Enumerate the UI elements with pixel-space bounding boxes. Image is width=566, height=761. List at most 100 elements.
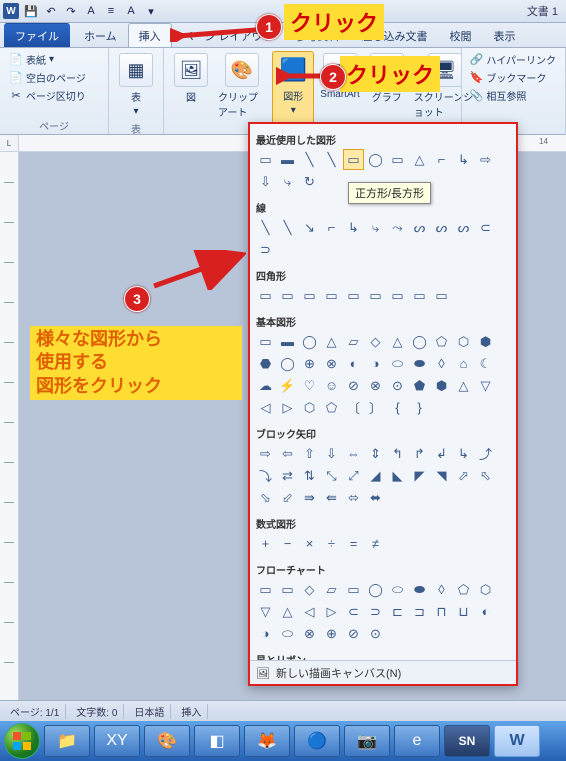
shape-item[interactable]: ▭	[431, 285, 452, 306]
shape-item[interactable]: ⬀	[453, 465, 474, 486]
shape-item[interactable]: ▭	[299, 285, 320, 306]
shape-item[interactable]: ⇨	[255, 443, 276, 464]
shape-item[interactable]: ⊃	[255, 239, 276, 260]
blank-page-button[interactable]: 📄空白のページ	[6, 69, 89, 86]
shape-item[interactable]: ↻	[299, 171, 320, 192]
shape-item[interactable]: ⬭	[387, 353, 408, 374]
shape-item[interactable]: ⊘	[343, 623, 364, 644]
shape-item[interactable]: ↘	[299, 217, 320, 238]
shape-item[interactable]: ⤴	[475, 443, 496, 464]
shape-item[interactable]: ⇚	[321, 487, 342, 508]
shape-item[interactable]: ⌐	[431, 149, 452, 170]
shape-item[interactable]: ▭	[277, 579, 298, 600]
shape-item[interactable]: 〕	[365, 397, 386, 418]
status-words[interactable]: 文字数: 0	[70, 704, 124, 719]
shape-item[interactable]: ▷	[321, 601, 342, 622]
qat-btn-b[interactable]: ≡	[102, 2, 120, 20]
hyperlink-button[interactable]: 🔗ハイパーリンク	[466, 51, 559, 68]
shape-item[interactable]: ◑	[255, 623, 276, 644]
shape-item[interactable]: ◢	[365, 465, 386, 486]
shape-item[interactable]: ⊗	[365, 375, 386, 396]
shape-item[interactable]: ⇅	[299, 465, 320, 486]
new-canvas-button[interactable]: 🖼 新しい描画キャンバス(N)	[250, 660, 516, 685]
shape-item[interactable]: ⬡	[475, 579, 496, 600]
shape-item[interactable]: +	[255, 533, 276, 554]
shape-item[interactable]: ⇧	[299, 443, 320, 464]
shape-item[interactable]: ⊃	[365, 601, 386, 622]
task-ie[interactable]: e	[394, 725, 440, 757]
shape-item[interactable]: ↲	[431, 443, 452, 464]
shape-item[interactable]: ◁	[299, 601, 320, 622]
shape-item[interactable]: ÷	[321, 533, 342, 554]
shape-item[interactable]: ⬬	[409, 353, 430, 374]
shape-item[interactable]: ◊	[431, 579, 452, 600]
shape-item[interactable]: ×	[299, 533, 320, 554]
shape-item[interactable]: ▭	[321, 285, 342, 306]
save-button[interactable]: 💾	[22, 2, 40, 20]
shape-item[interactable]: ◇	[299, 579, 320, 600]
shape-item[interactable]: ◁	[255, 397, 276, 418]
shape-item[interactable]: ▷	[277, 397, 298, 418]
shape-item[interactable]: ↳	[453, 149, 474, 170]
shape-item[interactable]: ↳	[453, 443, 474, 464]
shape-item[interactable]: ♡	[299, 375, 320, 396]
shape-item[interactable]: ⬃	[277, 487, 298, 508]
shape-item[interactable]: ◯	[365, 579, 386, 600]
shape-item[interactable]: {	[387, 397, 408, 418]
shape-item[interactable]: ⬬	[409, 579, 430, 600]
shape-item[interactable]: ↰	[387, 443, 408, 464]
qat-btn-a[interactable]: A	[82, 2, 100, 20]
shape-item[interactable]: ⌐	[321, 217, 342, 238]
bookmark-button[interactable]: 🔖ブックマーク	[466, 69, 559, 86]
table-button[interactable]: ▦ 表 ▾	[115, 51, 157, 119]
shape-item[interactable]: ⬭	[277, 623, 298, 644]
shape-item[interactable]: ◯	[365, 149, 386, 170]
shape-item[interactable]: ⇨	[475, 149, 496, 170]
shape-item[interactable]: ⬡	[299, 397, 320, 418]
shape-item[interactable]: △	[387, 331, 408, 352]
qat-btn-c[interactable]: A	[122, 2, 140, 20]
shape-item[interactable]: ▱	[343, 331, 364, 352]
shape-item[interactable]: △	[409, 149, 430, 170]
shape-item[interactable]: ▭	[255, 285, 276, 306]
shape-item[interactable]: ↳	[343, 217, 364, 238]
task-sn[interactable]: SN	[444, 725, 490, 757]
shape-item[interactable]: ▬	[277, 331, 298, 352]
shape-item[interactable]: ⬂	[255, 487, 276, 508]
shape-item[interactable]: ⇕	[365, 443, 386, 464]
shape-item[interactable]: ▭	[277, 285, 298, 306]
shape-item[interactable]: ☁	[255, 375, 276, 396]
shape-item[interactable]: =	[343, 533, 364, 554]
shape-item[interactable]: ▽	[255, 601, 276, 622]
shape-item[interactable]: ⤵	[255, 465, 276, 486]
shape-item[interactable]: ◤	[409, 465, 430, 486]
shape-item[interactable]: ⬟	[409, 375, 430, 396]
shape-item[interactable]: ▭	[387, 285, 408, 306]
status-language[interactable]: 日本語	[128, 704, 171, 719]
tab-home[interactable]: ホーム	[73, 23, 128, 47]
shape-item[interactable]: ◯	[409, 331, 430, 352]
shape-item[interactable]: ⊗	[299, 623, 320, 644]
shape-item[interactable]: ◯	[277, 353, 298, 374]
shape-item[interactable]: ⬢	[475, 331, 496, 352]
shape-item[interactable]: ⤷	[365, 217, 386, 238]
shape-item[interactable]: ⊘	[343, 375, 364, 396]
shape-item[interactable]: ᔕ	[453, 217, 474, 238]
shape-item[interactable]: ⇦	[277, 443, 298, 464]
shape-item[interactable]: ☺	[321, 375, 342, 396]
shape-item[interactable]: ╲	[299, 149, 320, 170]
shape-item[interactable]: ◐	[343, 353, 364, 374]
task-explorer[interactable]: 📁	[44, 725, 90, 757]
shape-item[interactable]: △	[321, 331, 342, 352]
shape-item[interactable]: ⬄	[343, 487, 364, 508]
shape-item[interactable]: ᔕ	[431, 217, 452, 238]
shape-item[interactable]: ▭	[343, 285, 364, 306]
shape-item[interactable]: △	[453, 375, 474, 396]
shape-item[interactable]: ⊕	[321, 623, 342, 644]
shape-item[interactable]: ⊙	[365, 623, 386, 644]
shape-item[interactable]: ⇛	[299, 487, 320, 508]
shape-item[interactable]: ▽	[475, 375, 496, 396]
shape-item[interactable]: ▭	[255, 149, 276, 170]
shape-item[interactable]: ⬢	[431, 375, 452, 396]
shape-item[interactable]: ⊂	[475, 217, 496, 238]
